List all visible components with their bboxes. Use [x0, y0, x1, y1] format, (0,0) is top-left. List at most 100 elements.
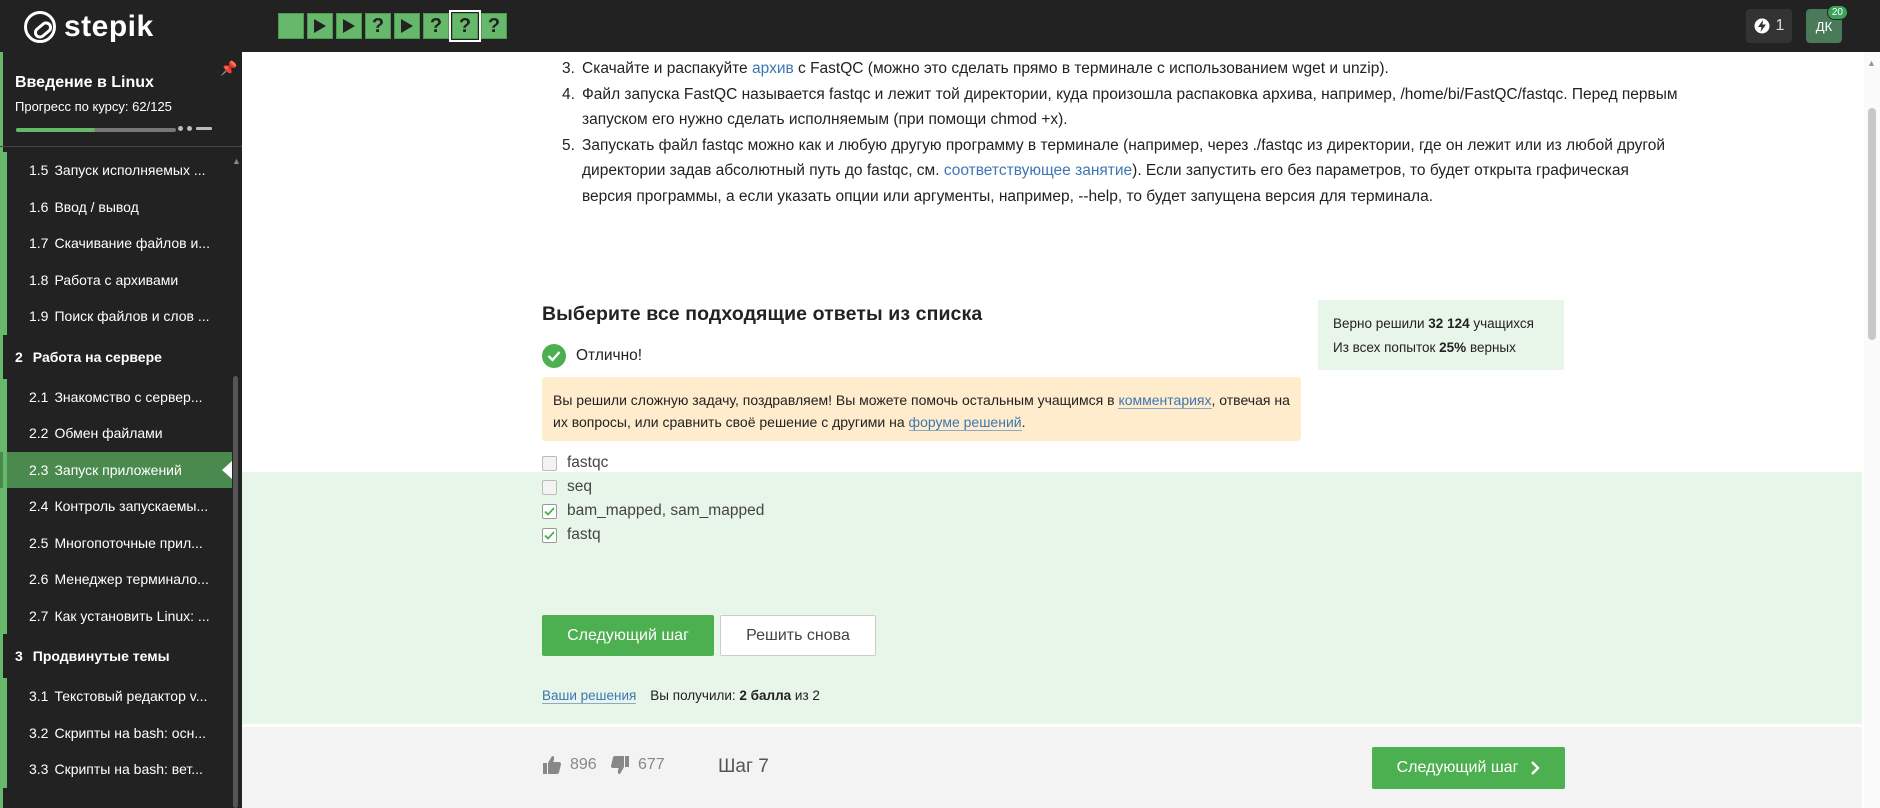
sidebar-lesson[interactable]: 2.1 Знакомство с сервер...	[0, 378, 232, 415]
step-8-tab[interactable]: ?	[481, 13, 507, 39]
sidebar-lesson[interactable]: 2.6 Менеджер терминало...	[0, 561, 232, 598]
page-scroll-thumb[interactable]	[1868, 108, 1876, 340]
item-label: Знакомство с сервер...	[54, 388, 203, 405]
item-number: 2.3	[29, 461, 49, 478]
page-scrollbar[interactable]: ▲	[1864, 52, 1880, 808]
step-3-tab[interactable]	[336, 13, 362, 39]
footer-next-step-button[interactable]: Следующий шаг	[1372, 747, 1565, 789]
answer-option[interactable]: seq	[542, 478, 592, 496]
item-number: 1.8	[29, 271, 49, 288]
sidebar-lesson[interactable]: 3.2 Скрипты на bash: осн...	[0, 714, 232, 751]
item-number: 3.2	[29, 724, 49, 741]
instruction-item: 5. Запускать файл fastqc можно как и любу…	[562, 136, 1665, 205]
item-number: 1.7	[29, 235, 49, 252]
item-label: Продвинутые темы	[32, 648, 170, 664]
sidebar-lesson[interactable]: 2.4 Контроль запускаемы...	[0, 488, 232, 525]
lesson-progress-marker	[3, 378, 7, 415]
step-7-tab[interactable]: ?	[449, 10, 481, 42]
sidebar-lesson[interactable]: 2.7 Как установить Linux: ...	[0, 597, 232, 634]
scroll-up-icon[interactable]: ▲	[1867, 58, 1876, 68]
item-label: Ввод / вывод	[54, 198, 139, 215]
next-step-button[interactable]: Следующий шаг	[542, 615, 714, 656]
lesson-progress-marker	[3, 261, 7, 298]
lesson-link[interactable]: соответствующее занятие	[944, 162, 1132, 179]
answer-option[interactable]: fastqc	[542, 454, 608, 472]
sidebar-lesson[interactable]: 3.1 Текстовый редактор v...	[0, 678, 232, 715]
energy-count: 1	[1775, 17, 1785, 34]
item-label: Скрипты на bash: осн...	[54, 724, 206, 741]
notification-badge: 20	[1826, 5, 1848, 20]
item-number: 3.1	[29, 688, 49, 705]
step-2-tab[interactable]	[307, 13, 333, 39]
thumbs-down-icon	[610, 756, 629, 774]
course-progress-bar	[16, 128, 176, 132]
lesson-progress-marker	[3, 751, 7, 788]
sidebar-section[interactable]: 3 Продвинутые темы	[0, 634, 232, 678]
like-button[interactable]: 896	[542, 755, 597, 775]
avatar[interactable]: ДК 20	[1806, 5, 1848, 43]
sidebar-scrollbar[interactable]: ▲	[232, 152, 241, 808]
answer-checkbox[interactable]	[542, 455, 557, 471]
stepik-logo[interactable]: stepik	[24, 10, 154, 44]
solutions-forum-link[interactable]: форуме решений	[908, 414, 1022, 431]
avatar-initials: ДК	[1815, 18, 1833, 34]
answer-option[interactable]: bam_mapped, sam_mapped	[542, 502, 764, 520]
sidebar-divider	[0, 146, 242, 147]
dislike-button[interactable]: 677	[610, 755, 665, 775]
lesson-progress-marker	[3, 451, 7, 488]
scroll-up-icon[interactable]: ▲	[232, 156, 241, 166]
item-number: 1.5	[29, 162, 49, 179]
pin-icon[interactable]: 📌	[220, 60, 237, 77]
sidebar-lesson-active[interactable]: 2.3 Запуск приложений	[0, 451, 232, 488]
your-solutions-link[interactable]: Ваши решения	[542, 688, 637, 704]
answer-checkbox[interactable]	[542, 527, 557, 543]
lesson-progress-marker	[3, 678, 7, 715]
item-number: 2.5	[29, 534, 49, 551]
lesson-progress-marker	[3, 298, 7, 335]
play-icon	[401, 19, 413, 33]
step-footer: 896 677 Шаг 7 Следующий шаг	[242, 727, 1862, 808]
check-circle-icon	[542, 344, 566, 368]
answer-area	[242, 472, 1862, 724]
answer-checkbox[interactable]	[542, 503, 557, 519]
item-label: Запуск приложений	[54, 461, 182, 478]
item-number: 3.3	[29, 761, 49, 778]
play-icon	[314, 19, 326, 33]
result-text: Отлично!	[576, 347, 643, 364]
energy-button[interactable]: 1	[1746, 9, 1792, 43]
lesson-progress-marker	[3, 225, 7, 262]
item-label: Поиск файлов и слов ...	[54, 308, 210, 325]
archive-link[interactable]: архив	[752, 60, 794, 77]
sidebar-lesson[interactable]: 2.2 Обмен файлами	[0, 415, 232, 452]
quiz-title: Выберите все подходящие ответы из списка	[542, 303, 983, 325]
sidebar-lesson[interactable]: 3.3 Скрипты на bash: вет...	[0, 751, 232, 788]
course-progress-label: Прогресс по курсу: 62/125	[15, 99, 172, 114]
lesson-progress-marker	[3, 597, 7, 634]
retry-button[interactable]: Решить снова	[720, 615, 876, 656]
sidebar-scroll-thumb[interactable]	[233, 376, 238, 808]
step-6-tab[interactable]: ?	[423, 13, 449, 39]
sidebar-lesson[interactable]: 1.7 Скачивание файлов и...	[0, 225, 232, 262]
item-number: 3	[15, 648, 23, 664]
sidebar-lesson[interactable]: 1.8 Работа с архивами	[0, 261, 232, 298]
step-4-tab[interactable]: ?	[365, 13, 391, 39]
sidebar-lesson[interactable]: 1.9 Поиск файлов и слов ...	[0, 298, 232, 335]
answer-option[interactable]: fastq	[542, 526, 601, 544]
lesson-progress-marker	[3, 415, 7, 452]
answer-checkbox[interactable]	[542, 479, 557, 495]
item-number: 2.4	[29, 498, 49, 515]
comments-link[interactable]: комментариях	[1118, 392, 1212, 409]
quiz-stats: Верно решили 32 124 учащихся Из всех поп…	[1318, 300, 1564, 370]
step-1-tab[interactable]	[278, 13, 304, 39]
lesson-progress-marker	[3, 152, 7, 189]
item-label: Запуск исполняемых ...	[54, 162, 206, 179]
score-row: Ваши решения Вы получили: 2 балла из 2	[542, 688, 820, 704]
brand-name: stepik	[64, 10, 154, 43]
step-5-tab[interactable]	[394, 13, 420, 39]
sidebar-section[interactable]: 2 Работа на сервере	[0, 335, 232, 379]
item-label: Контроль запускаемы...	[54, 498, 209, 515]
sidebar-lesson[interactable]: 2.5 Многопоточные прил...	[0, 524, 232, 561]
course-title[interactable]: Введение в Linux	[15, 74, 154, 92]
sidebar-lesson[interactable]: 1.6 Ввод / вывод	[0, 188, 232, 225]
sidebar-lesson[interactable]: 1.5 Запуск исполняемых ...	[0, 152, 232, 189]
